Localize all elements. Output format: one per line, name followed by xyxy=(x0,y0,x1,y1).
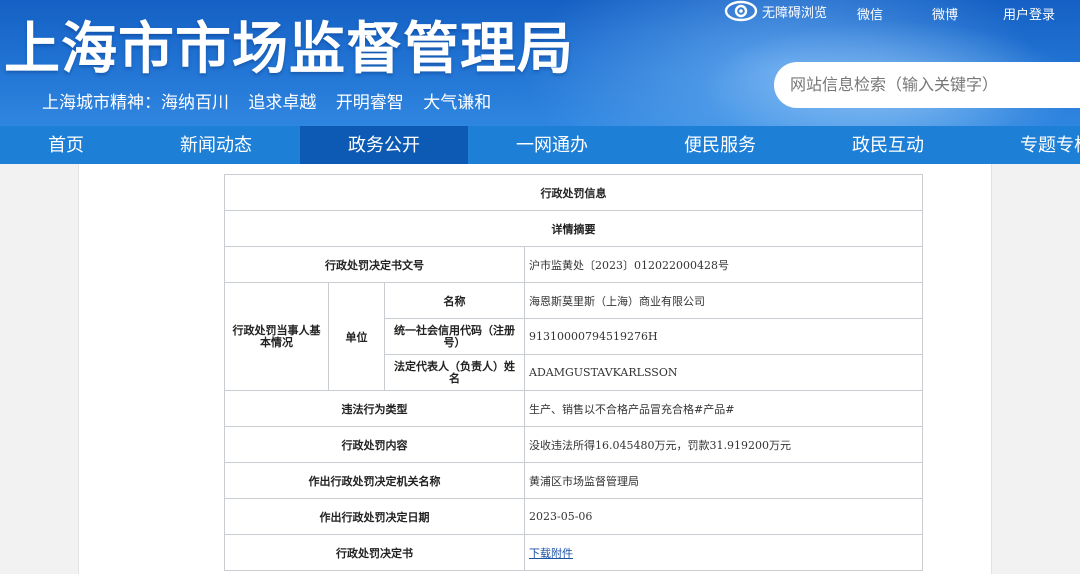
city-slogan: 上海城市精神：海纳百川 追求卓越 开明睿智 大气谦和 xyxy=(42,92,505,114)
content-area: 行政处罚信息 详情摘要 行政处罚决定书文号 沪市监黄处〔2023〕0120220… xyxy=(78,164,992,574)
eye-icon xyxy=(724,0,758,22)
site-header: 上海市市场监督管理局 上海城市精神：海纳百川 追求卓越 开明睿智 大气谦和 无障… xyxy=(0,0,1080,126)
section-heading: 详情摘要 xyxy=(224,210,923,247)
nav-item-services[interactable]: 一网通办 xyxy=(468,126,636,164)
decision-no-label: 行政处罚决定书文号 xyxy=(224,246,525,283)
legal-rep-label: 法定代表人（负责人）姓名 xyxy=(384,354,525,391)
accessibility-label: 无障碍浏览 xyxy=(762,5,828,21)
name-value: 海恩斯莫里斯（上海）商业有限公司 xyxy=(524,282,923,319)
table-title: 行政处罚信息 xyxy=(224,174,923,211)
main-nav: 首页 新闻动态 政务公开 一网通办 便民服务 政民互动 专题专栏 xyxy=(0,126,1080,164)
search-input[interactable]: 网站信息检索（输入关键字） xyxy=(774,62,1080,108)
site-title[interactable]: 上海市市场监督管理局 xyxy=(4,18,574,82)
slogan-part: 追求卓越 xyxy=(248,93,317,113)
violation-type-label: 违法行为类型 xyxy=(224,390,525,427)
authority-label: 作出行政处罚决定机关名称 xyxy=(224,462,525,499)
nav-item-topics[interactable]: 专题专栏 xyxy=(972,126,1080,164)
decision-no-value: 沪市监黄处〔2023〕012022000428号 xyxy=(524,246,923,283)
download-attachment-link[interactable]: 下载附件 xyxy=(529,547,573,560)
date-label: 作出行政处罚决定日期 xyxy=(224,498,525,535)
login-link[interactable]: 用户登录 xyxy=(1003,4,1055,23)
penalty-content-label: 行政处罚内容 xyxy=(224,426,525,463)
weibo-link[interactable]: 微博 xyxy=(932,4,958,23)
nav-item-news[interactable]: 新闻动态 xyxy=(132,126,300,164)
nav-item-home[interactable]: 首页 xyxy=(0,126,132,164)
slogan-part: 开明睿智 xyxy=(335,93,404,113)
name-label: 名称 xyxy=(384,282,525,319)
violation-type-value: 生产、销售以不合格产品冒充合格#产品# xyxy=(524,390,923,427)
slogan-part: 大气谦和 xyxy=(423,93,492,113)
penalty-content-value: 没收违法所得16.045480万元，罚款31.919200万元 xyxy=(524,426,923,463)
party-label: 行政处罚当事人基本情况 xyxy=(224,282,329,391)
nav-item-gov-affairs[interactable]: 政务公开 xyxy=(300,126,468,164)
credit-code-label: 统一社会信用代码（注册号） xyxy=(384,318,525,355)
credit-code-value: 91310000794519276H xyxy=(524,318,923,355)
document-cell: 下载附件 xyxy=(524,534,923,571)
authority-value: 黄浦区市场监督管理局 xyxy=(524,462,923,499)
accessibility-link[interactable]: 无障碍浏览 xyxy=(724,0,827,22)
penalty-info-table: 行政处罚信息 详情摘要 行政处罚决定书文号 沪市监黄处〔2023〕0120220… xyxy=(224,174,923,571)
nav-item-interaction[interactable]: 政民互动 xyxy=(804,126,972,164)
unit-label: 单位 xyxy=(328,282,385,391)
legal-rep-value: ADAMGUSTAVKARLSSON xyxy=(524,354,923,391)
nav-item-convenience[interactable]: 便民服务 xyxy=(636,126,804,164)
wechat-link[interactable]: 微信 xyxy=(857,4,883,23)
slogan-part: 上海城市精神：海纳百川 xyxy=(42,93,229,113)
date-value: 2023-05-06 xyxy=(524,498,923,535)
document-label: 行政处罚决定书 xyxy=(224,534,525,571)
